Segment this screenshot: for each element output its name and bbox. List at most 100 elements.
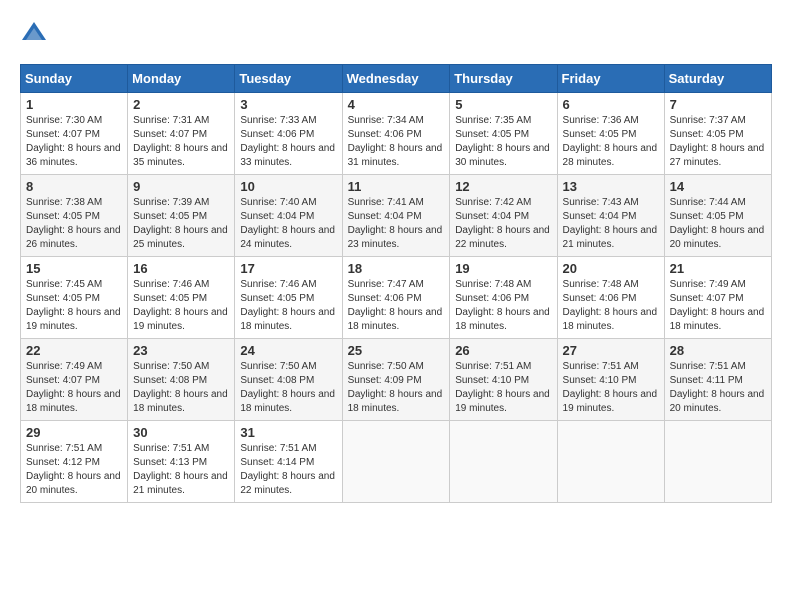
day-number: 28 [670, 343, 766, 358]
calendar-week-row: 22 Sunrise: 7:49 AM Sunset: 4:07 PM Dayli… [21, 339, 772, 421]
day-number: 2 [133, 97, 229, 112]
day-number: 19 [455, 261, 551, 276]
day-info: Sunrise: 7:50 AM Sunset: 4:08 PM Dayligh… [133, 360, 229, 416]
page-header [20, 20, 772, 48]
day-info: Sunrise: 7:36 AM Sunset: 4:05 PM Dayligh… [563, 114, 659, 170]
day-number: 15 [26, 261, 122, 276]
calendar-cell [342, 421, 450, 503]
day-number: 11 [348, 179, 445, 194]
calendar-cell: 24 Sunrise: 7:50 AM Sunset: 4:08 PM Dayli… [235, 339, 342, 421]
day-number: 14 [670, 179, 766, 194]
day-info: Sunrise: 7:46 AM Sunset: 4:05 PM Dayligh… [133, 278, 229, 334]
calendar-cell: 23 Sunrise: 7:50 AM Sunset: 4:08 PM Dayli… [128, 339, 235, 421]
calendar-cell: 19 Sunrise: 7:48 AM Sunset: 4:06 PM Dayli… [450, 257, 557, 339]
day-info: Sunrise: 7:33 AM Sunset: 4:06 PM Dayligh… [240, 114, 336, 170]
day-info: Sunrise: 7:44 AM Sunset: 4:05 PM Dayligh… [670, 196, 766, 252]
logo-icon [20, 20, 48, 48]
day-info: Sunrise: 7:34 AM Sunset: 4:06 PM Dayligh… [348, 114, 445, 170]
calendar-cell: 13 Sunrise: 7:43 AM Sunset: 4:04 PM Dayli… [557, 175, 664, 257]
day-info: Sunrise: 7:47 AM Sunset: 4:06 PM Dayligh… [348, 278, 445, 334]
calendar-cell: 27 Sunrise: 7:51 AM Sunset: 4:10 PM Dayli… [557, 339, 664, 421]
day-info: Sunrise: 7:49 AM Sunset: 4:07 PM Dayligh… [26, 360, 122, 416]
day-number: 24 [240, 343, 336, 358]
calendar-cell: 12 Sunrise: 7:42 AM Sunset: 4:04 PM Dayli… [450, 175, 557, 257]
day-info: Sunrise: 7:51 AM Sunset: 4:10 PM Dayligh… [563, 360, 659, 416]
calendar-cell: 17Sunrise: 7:46 AM Sunset: 4:05 PM Dayli… [235, 257, 342, 339]
day-number: 17 [240, 261, 336, 276]
day-info: Sunrise: 7:35 AM Sunset: 4:05 PM Dayligh… [455, 114, 551, 170]
calendar-header: SundayMondayTuesdayWednesdayThursdayFrid… [21, 65, 772, 93]
calendar-col-header: Monday [128, 65, 235, 93]
calendar-cell: 1Sunrise: 7:30 AM Sunset: 4:07 PM Daylig… [21, 93, 128, 175]
day-number: 23 [133, 343, 229, 358]
day-number: 22 [26, 343, 122, 358]
day-info: Sunrise: 7:51 AM Sunset: 4:10 PM Dayligh… [455, 360, 551, 416]
day-number: 8 [26, 179, 122, 194]
day-number: 10 [240, 179, 336, 194]
calendar-col-header: Tuesday [235, 65, 342, 93]
calendar-cell [450, 421, 557, 503]
day-info: Sunrise: 7:42 AM Sunset: 4:04 PM Dayligh… [455, 196, 551, 252]
day-info: Sunrise: 7:50 AM Sunset: 4:08 PM Dayligh… [240, 360, 336, 416]
day-info: Sunrise: 7:37 AM Sunset: 4:05 PM Dayligh… [670, 114, 766, 170]
calendar-cell: 6 Sunrise: 7:36 AM Sunset: 4:05 PM Daylig… [557, 93, 664, 175]
calendar-cell: 5Sunrise: 7:35 AM Sunset: 4:05 PM Daylig… [450, 93, 557, 175]
calendar-cell: 8 Sunrise: 7:38 AM Sunset: 4:05 PM Daylig… [21, 175, 128, 257]
day-number: 6 [563, 97, 659, 112]
day-number: 27 [563, 343, 659, 358]
calendar-cell: 2Sunrise: 7:31 AM Sunset: 4:07 PM Daylig… [128, 93, 235, 175]
day-number: 16 [133, 261, 229, 276]
day-info: Sunrise: 7:51 AM Sunset: 4:14 PM Dayligh… [240, 442, 336, 498]
day-info: Sunrise: 7:39 AM Sunset: 4:05 PM Dayligh… [133, 196, 229, 252]
calendar-cell: 3 Sunrise: 7:33 AM Sunset: 4:06 PM Daylig… [235, 93, 342, 175]
day-info: Sunrise: 7:41 AM Sunset: 4:04 PM Dayligh… [348, 196, 445, 252]
day-info: Sunrise: 7:43 AM Sunset: 4:04 PM Dayligh… [563, 196, 659, 252]
day-info: Sunrise: 7:40 AM Sunset: 4:04 PM Dayligh… [240, 196, 336, 252]
day-info: Sunrise: 7:50 AM Sunset: 4:09 PM Dayligh… [348, 360, 445, 416]
day-number: 30 [133, 425, 229, 440]
day-number: 13 [563, 179, 659, 194]
calendar-cell: 15 Sunrise: 7:45 AM Sunset: 4:05 PM Dayli… [21, 257, 128, 339]
calendar-week-row: 8 Sunrise: 7:38 AM Sunset: 4:05 PM Daylig… [21, 175, 772, 257]
calendar-cell: 30 Sunrise: 7:51 AM Sunset: 4:13 PM Dayli… [128, 421, 235, 503]
calendar-week-row: 29 Sunrise: 7:51 AM Sunset: 4:12 PM Dayli… [21, 421, 772, 503]
calendar-cell: 16 Sunrise: 7:46 AM Sunset: 4:05 PM Dayli… [128, 257, 235, 339]
calendar-col-header: Saturday [664, 65, 771, 93]
day-info: Sunrise: 7:51 AM Sunset: 4:11 PM Dayligh… [670, 360, 766, 416]
calendar-cell: 4 Sunrise: 7:34 AM Sunset: 4:06 PM Daylig… [342, 93, 450, 175]
calendar-cell: 20Sunrise: 7:48 AM Sunset: 4:06 PM Dayli… [557, 257, 664, 339]
day-number: 7 [670, 97, 766, 112]
day-number: 31 [240, 425, 336, 440]
calendar-week-row: 1Sunrise: 7:30 AM Sunset: 4:07 PM Daylig… [21, 93, 772, 175]
calendar-col-header: Wednesday [342, 65, 450, 93]
logo [20, 20, 52, 48]
day-info: Sunrise: 7:51 AM Sunset: 4:12 PM Dayligh… [26, 442, 122, 498]
calendar-cell: 9 Sunrise: 7:39 AM Sunset: 4:05 PM Daylig… [128, 175, 235, 257]
calendar-cell [664, 421, 771, 503]
day-number: 1 [26, 97, 122, 112]
calendar-cell: 11 Sunrise: 7:41 AM Sunset: 4:04 PM Dayli… [342, 175, 450, 257]
day-number: 26 [455, 343, 551, 358]
calendar-col-header: Friday [557, 65, 664, 93]
calendar-cell: 25Sunrise: 7:50 AM Sunset: 4:09 PM Dayli… [342, 339, 450, 421]
calendar-cell: 18Sunrise: 7:47 AM Sunset: 4:06 PM Dayli… [342, 257, 450, 339]
calendar-week-row: 15 Sunrise: 7:45 AM Sunset: 4:05 PM Dayli… [21, 257, 772, 339]
calendar-cell: 14 Sunrise: 7:44 AM Sunset: 4:05 PM Dayli… [664, 175, 771, 257]
calendar-cell: 28 Sunrise: 7:51 AM Sunset: 4:11 PM Dayli… [664, 339, 771, 421]
calendar-col-header: Thursday [450, 65, 557, 93]
day-info: Sunrise: 7:49 AM Sunset: 4:07 PM Dayligh… [670, 278, 766, 334]
calendar-table: SundayMondayTuesdayWednesdayThursdayFrid… [20, 64, 772, 503]
calendar-cell: 29 Sunrise: 7:51 AM Sunset: 4:12 PM Dayli… [21, 421, 128, 503]
calendar-cell [557, 421, 664, 503]
day-info: Sunrise: 7:38 AM Sunset: 4:05 PM Dayligh… [26, 196, 122, 252]
day-number: 3 [240, 97, 336, 112]
day-number: 9 [133, 179, 229, 194]
calendar-cell: 7 Sunrise: 7:37 AM Sunset: 4:05 PM Daylig… [664, 93, 771, 175]
day-number: 29 [26, 425, 122, 440]
day-number: 12 [455, 179, 551, 194]
day-info: Sunrise: 7:45 AM Sunset: 4:05 PM Dayligh… [26, 278, 122, 334]
calendar-cell: 10 Sunrise: 7:40 AM Sunset: 4:04 PM Dayli… [235, 175, 342, 257]
day-info: Sunrise: 7:48 AM Sunset: 4:06 PM Dayligh… [455, 278, 551, 334]
day-number: 4 [348, 97, 445, 112]
day-info: Sunrise: 7:51 AM Sunset: 4:13 PM Dayligh… [133, 442, 229, 498]
